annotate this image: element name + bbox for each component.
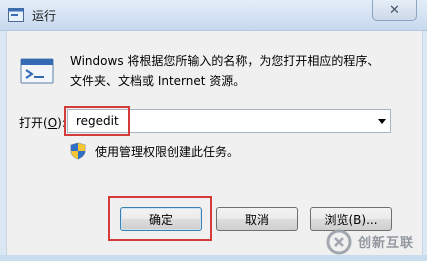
description-line-1: Windows 将根据您所输入的名称，为您打开相应的程序、	[70, 54, 380, 68]
chuangxin-logo	[326, 229, 352, 254]
window-title: 运行	[32, 9, 57, 23]
description-line-2: 文件夹、文档或 Internet 资源。	[70, 74, 246, 88]
open-combobox[interactable]: regedit	[67, 109, 391, 133]
open-label: 打开(O):	[19, 114, 66, 131]
close-button[interactable]: ✕	[372, 0, 417, 21]
run-description: Windows 将根据您所输入的名称，为您打开相应的程序、 文件夹、文档或 In…	[70, 51, 410, 91]
title-bar[interactable]: 运行 ✕	[0, 0, 427, 31]
uac-shield-icon	[70, 142, 86, 160]
open-label-accesskey: O	[47, 116, 58, 130]
open-label-prefix: 打开(	[19, 116, 48, 130]
chevron-down-icon[interactable]	[378, 119, 386, 124]
ok-button[interactable]: 确定	[120, 207, 202, 231]
watermark-text: 创新互联	[358, 236, 415, 251]
open-label-suffix: ):	[57, 116, 66, 130]
run-icon	[20, 58, 54, 84]
run-app-icon	[8, 8, 24, 22]
cancel-button[interactable]: 取消	[216, 207, 298, 231]
close-icon: ✕	[389, 2, 400, 18]
admin-note: 使用管理权限创建此任务。	[95, 145, 240, 159]
open-input[interactable]: regedit	[76, 114, 119, 128]
watermark: 创新互联	[326, 222, 427, 261]
